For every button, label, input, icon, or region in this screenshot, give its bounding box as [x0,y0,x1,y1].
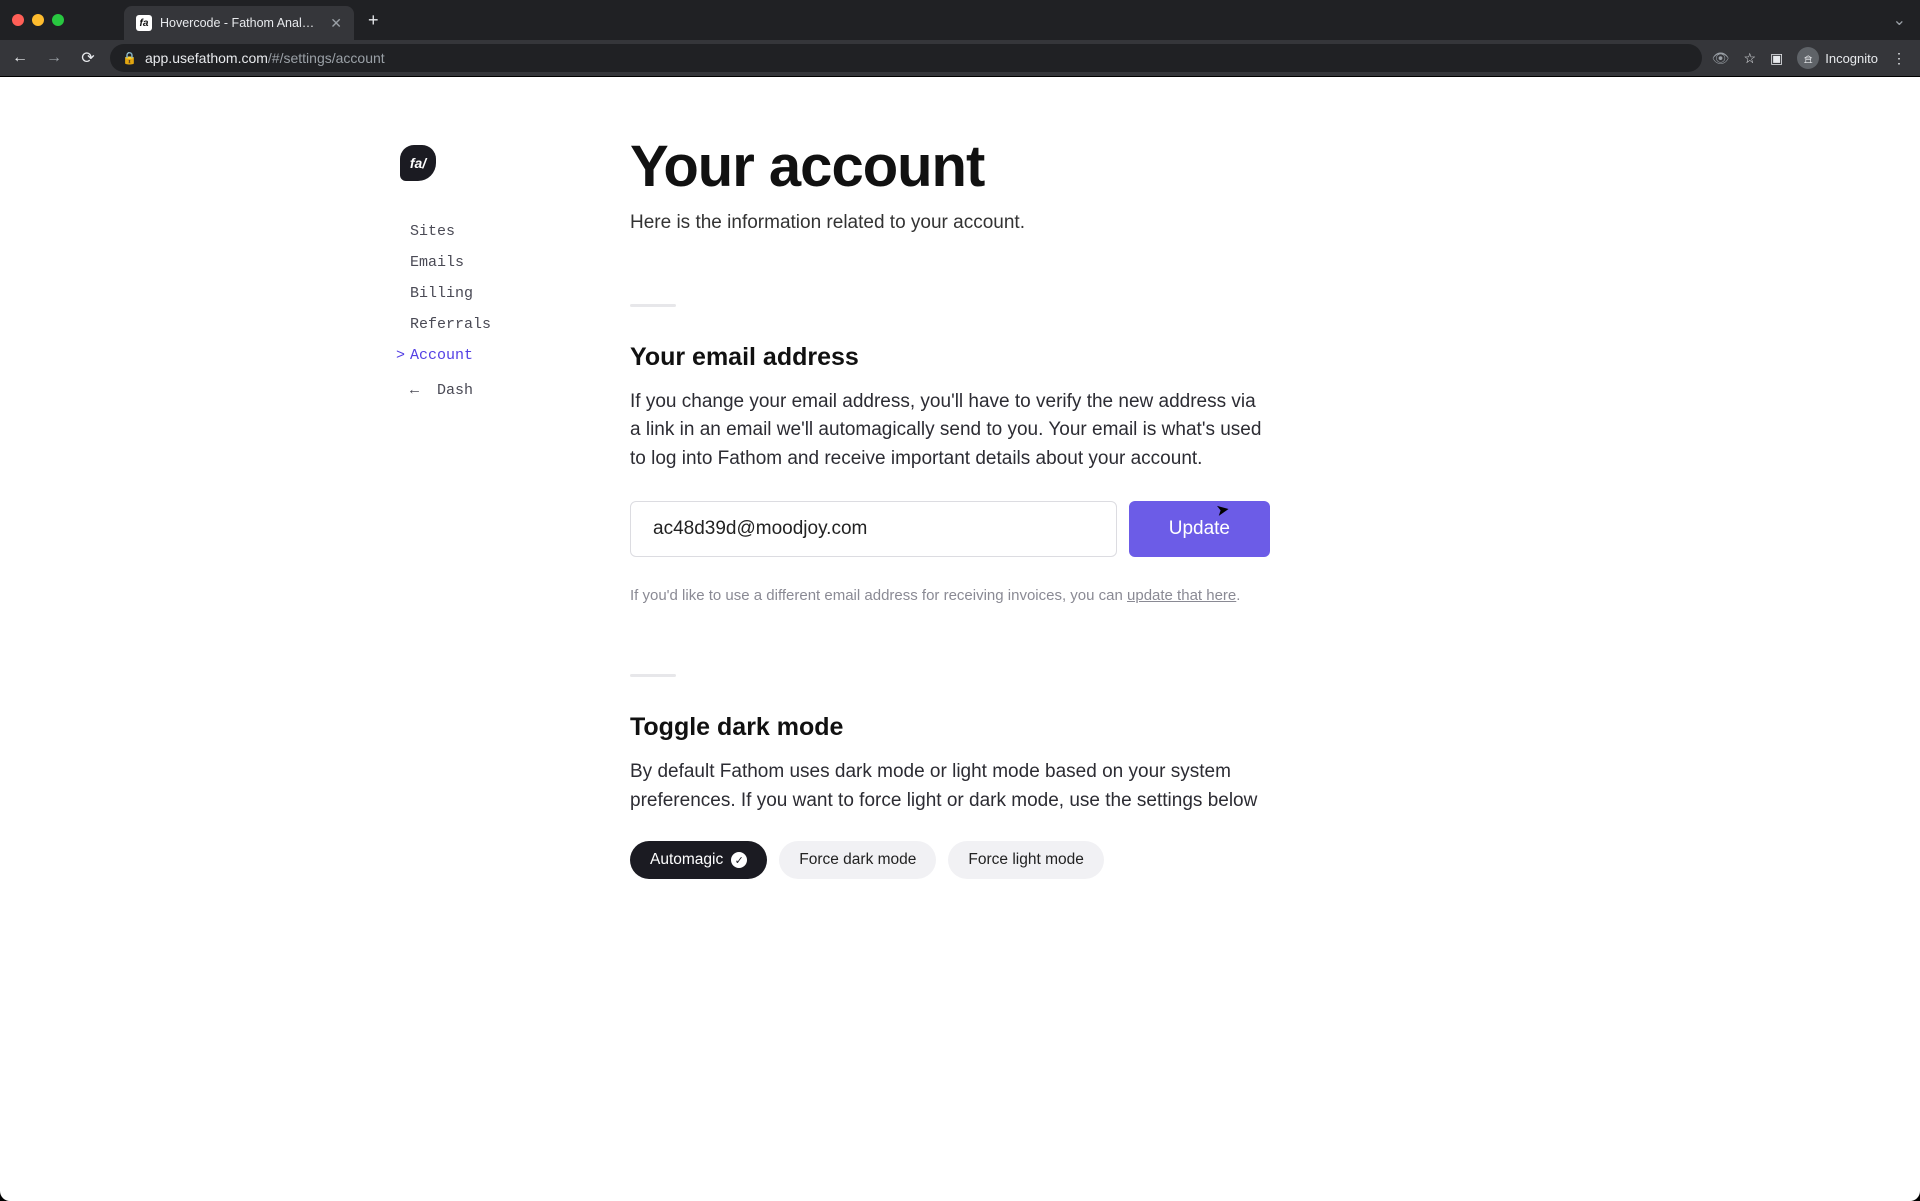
darkmode-options: Automagic ✓ Force dark mode Force light … [630,841,1270,879]
tracking-off-icon[interactable]: 👁 [1712,50,1730,67]
invoice-email-hint: If you'd like to use a different email a… [630,587,1270,604]
tab-bar: fa Hovercode - Fathom Analytics ✕ + ⌄ [0,0,1920,40]
darkmode-option-force-dark[interactable]: Force dark mode [779,841,936,879]
page-title: Your account [630,137,1270,198]
window-maximize-button[interactable] [52,14,64,26]
sidebar-item-sites[interactable]: Sites [400,221,630,242]
sidebar-item-referrals[interactable]: Referrals [400,314,630,335]
main-content: Your account Here is the information rel… [630,137,1270,879]
check-icon: ✓ [731,852,747,868]
window-minimize-button[interactable] [32,14,44,26]
page-subtitle: Here is the information related to your … [630,212,1270,234]
page-viewport: fa/ Sites Emails Billing Referrals Accou… [0,77,1920,1201]
sidebar-item-billing[interactable]: Billing [400,283,630,304]
window-close-button[interactable] [12,14,24,26]
url-host: app.usefathom.com [145,50,268,66]
browser-chrome: fa Hovercode - Fathom Analytics ✕ + ⌄ ← … [0,0,1920,77]
forward-button[interactable]: → [42,49,66,67]
darkmode-option-automagic[interactable]: Automagic ✓ [630,841,767,879]
sidebar: fa/ Sites Emails Billing Referrals Accou… [400,137,630,879]
section-divider [630,304,676,307]
incognito-label: Incognito [1825,51,1878,66]
lock-icon: 🔒 [122,51,137,65]
sidebar-item-emails[interactable]: Emails [400,252,630,273]
sidebar-item-account[interactable]: Account [400,345,630,366]
email-input[interactable] [630,501,1117,557]
bookmark-icon[interactable]: ☆ [1743,50,1756,67]
app-logo[interactable]: fa/ [400,145,436,181]
reload-button[interactable]: ⟳ [76,48,100,68]
back-button[interactable]: ← [8,49,32,67]
panel-icon[interactable]: ▣ [1770,50,1783,67]
update-invoice-email-link[interactable]: update that here [1127,587,1236,604]
address-bar: ← → ⟳ 🔒 app.usefathom.com/#/settings/acc… [0,40,1920,76]
browser-tab[interactable]: fa Hovercode - Fathom Analytics ✕ [124,6,354,40]
tab-favicon: fa [136,15,152,31]
url-field[interactable]: 🔒 app.usefathom.com/#/settings/account [110,44,1702,72]
darkmode-section-body: By default Fathom uses dark mode or ligh… [630,758,1270,815]
email-section-body: If you change your email address, you'll… [630,388,1270,474]
sidebar-nav: Sites Emails Billing Referrals Account D… [400,221,630,401]
incognito-badge[interactable]: 𖠿 Incognito [1797,47,1878,69]
new-tab-button[interactable]: + [354,10,393,31]
darkmode-option-force-light[interactable]: Force light mode [948,841,1103,879]
sidebar-item-dash[interactable]: Dash [400,380,630,401]
url-path: /#/settings/account [268,50,385,66]
email-section-title: Your email address [630,343,1270,372]
tab-title: Hovercode - Fathom Analytics [160,16,318,30]
window-controls [12,14,64,26]
update-button[interactable]: Update [1129,501,1270,557]
section-divider [630,674,676,677]
incognito-icon: 𖠿 [1797,47,1819,69]
overflow-menu-icon[interactable]: ⋮ [1892,50,1906,67]
darkmode-section-title: Toggle dark mode [630,713,1270,742]
tab-close-icon[interactable]: ✕ [330,15,342,32]
tabbar-chevron-icon[interactable]: ⌄ [1893,10,1920,30]
